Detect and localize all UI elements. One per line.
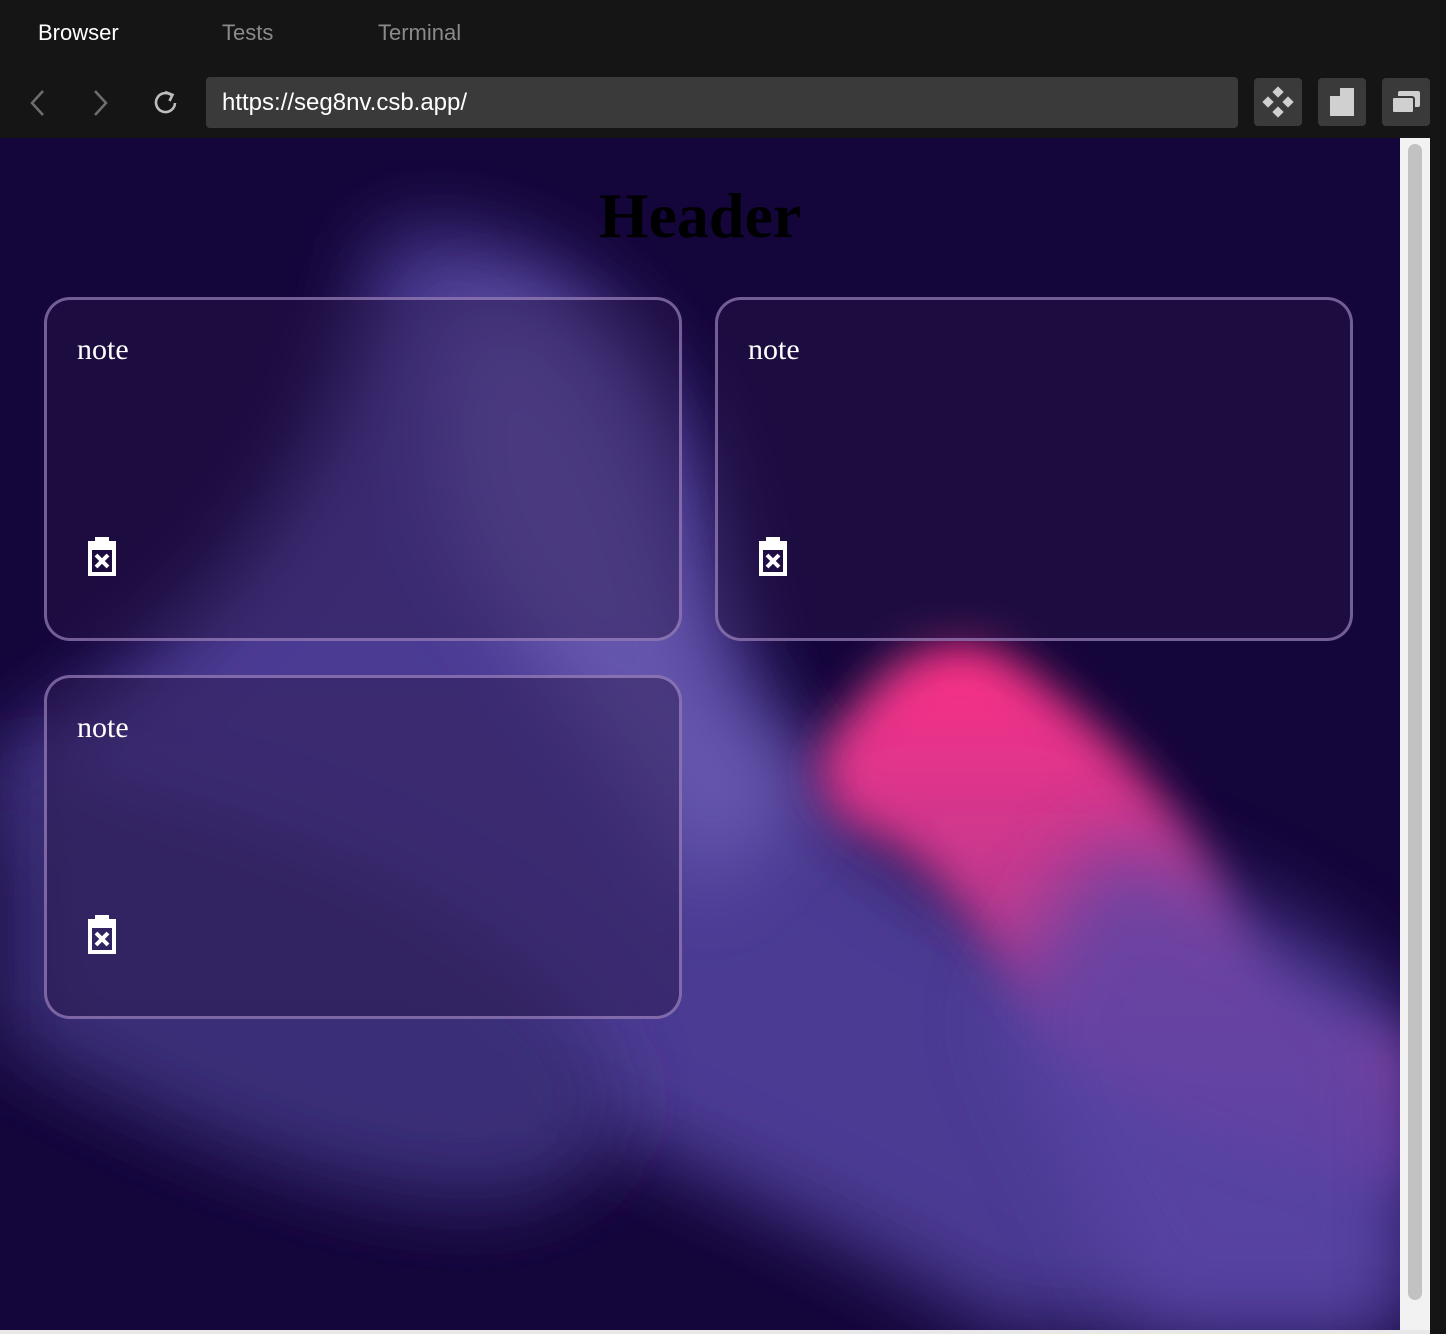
diamond-grid-icon: [1262, 86, 1294, 118]
url-input[interactable]: https://seg8nv.csb.app/: [206, 77, 1238, 128]
page-title: Header: [598, 180, 802, 251]
chevron-left-icon: [30, 90, 44, 116]
page-scrollbar[interactable]: [1400, 138, 1430, 1330]
forward-button[interactable]: [80, 80, 120, 126]
chevron-right-icon: [94, 90, 108, 116]
note-text: note: [748, 333, 800, 366]
window-bottom-edge: [0, 1330, 1430, 1334]
window-edge: [1430, 138, 1446, 1334]
new-window-icon: [1391, 91, 1420, 114]
split-view-icon: [1330, 88, 1354, 116]
tab-terminal[interactable]: Terminal: [378, 18, 461, 48]
back-button[interactable]: [18, 80, 58, 126]
tab-bar: Browser Tests Terminal: [0, 0, 1446, 66]
devtools-button[interactable]: [1254, 78, 1302, 126]
new-window-button[interactable]: [1382, 78, 1430, 126]
browser-toolbar: https://seg8nv.csb.app/: [0, 66, 1446, 138]
reload-icon: [154, 90, 177, 114]
tab-tests[interactable]: Tests: [222, 18, 273, 48]
trash-icon[interactable]: [756, 536, 790, 576]
trash-icon[interactable]: [85, 914, 119, 954]
note-card: note: [715, 297, 1353, 641]
scrollbar-thumb[interactable]: [1408, 144, 1422, 1300]
page-viewport: Header note note note: [0, 138, 1400, 1330]
note-card: note: [44, 675, 682, 1019]
tab-browser[interactable]: Browser: [38, 18, 119, 48]
note-text: note: [77, 333, 129, 366]
trash-icon[interactable]: [85, 536, 119, 576]
split-view-button[interactable]: [1318, 78, 1366, 126]
reload-button[interactable]: [146, 80, 186, 126]
note-text: note: [77, 711, 129, 744]
note-card: note: [44, 297, 682, 641]
